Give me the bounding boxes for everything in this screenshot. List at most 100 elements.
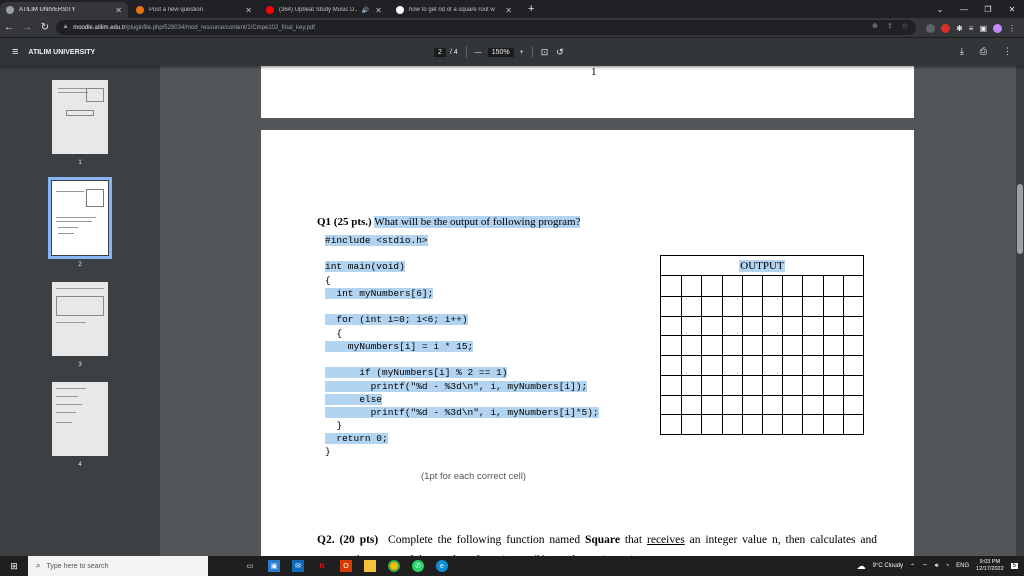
rotate-icon[interactable]: ↺ [556, 47, 564, 58]
browser-tab[interactable]: (364) Upbeat Study Music D... 🔊 ✕ [260, 2, 388, 18]
code-line: printf("%d - %3d\n", i, myNumbers[i]*5); [325, 407, 599, 418]
close-tab-icon[interactable]: ✕ [245, 6, 252, 15]
minimize-button[interactable]: — [952, 5, 976, 14]
close-tab-icon[interactable]: ✕ [115, 6, 122, 15]
pdf-viewer[interactable]: 1 Q1 (25 pts.) What will be the output o… [160, 66, 1016, 556]
clock[interactable]: 9:03 PM 12/17/2022 [976, 559, 1004, 573]
download-icon[interactable]: ⤓ [960, 46, 964, 57]
code-line: myNumbers[i] = i * 15; [325, 341, 474, 352]
zoom-input[interactable]: 150% [487, 47, 514, 57]
chegg-icon [136, 6, 144, 14]
code-line: { [325, 275, 331, 286]
browser-tab[interactable]: how to get rid of a square root w ✕ [390, 2, 518, 18]
grid-row-line [661, 295, 863, 297]
grid-row-line [661, 394, 863, 396]
side-panel-icon[interactable]: ▣ [979, 24, 987, 33]
output-header: OUTPUT [661, 256, 863, 276]
thumbnail-label: 4 [78, 462, 82, 468]
close-window-button[interactable]: ✕ [1000, 5, 1024, 14]
code-line: printf("%d - %3d\n", i, myNumbers[i]); [325, 381, 588, 392]
store-icon[interactable]: ▣ [268, 560, 280, 572]
extension-red-icon[interactable] [941, 23, 951, 33]
menu-dots-icon[interactable]: ⋮ [1008, 24, 1016, 33]
code-line: if (myNumbers[i] % 2 == 1) [325, 367, 508, 378]
scrollbar[interactable] [1016, 66, 1024, 556]
share-icon[interactable]: ⇪ [887, 22, 893, 30]
task-view-icon[interactable]: ▭ [244, 560, 256, 572]
pdf-page-1: 1 [261, 66, 914, 118]
divider [465, 46, 467, 58]
more-options-icon[interactable]: ⋮ [1003, 46, 1012, 57]
whatsapp-icon[interactable]: ✆ [412, 560, 424, 572]
browser-tab[interactable]: Post a new question ✕ [130, 2, 258, 18]
close-tab-icon[interactable]: ✕ [505, 6, 512, 15]
fit-page-icon[interactable]: ⊡ [541, 47, 549, 58]
forward-button[interactable]: → [18, 22, 36, 33]
tab-audio-icon[interactable]: 🔊 [362, 7, 369, 14]
weather-icon[interactable]: ☁ [857, 561, 866, 572]
thumbnail-label: 3 [78, 362, 82, 368]
weather-text[interactable]: 9°C Cloudy [873, 563, 903, 569]
menu-icon[interactable]: ≡ [12, 46, 18, 58]
language-indicator[interactable]: ENG [956, 563, 969, 569]
thumbnail-page-1[interactable] [52, 80, 108, 154]
zoom-out-button[interactable]: — [475, 49, 482, 56]
code-line: } [325, 420, 343, 431]
office-icon[interactable]: O [340, 560, 352, 572]
print-icon[interactable]: ⎙ [980, 46, 987, 57]
lock-icon[interactable]: 🔒︎ [64, 24, 67, 31]
reload-button[interactable]: ↻ [36, 22, 54, 33]
avatar[interactable] [993, 23, 1002, 33]
close-tab-icon[interactable]: ✕ [375, 6, 382, 15]
pdf-toolbar: ≡ ATILIM UNIVERSITY 2 / 4 — 150% + ⊡ ↺ ⤓… [0, 38, 1024, 66]
netflix-icon[interactable]: N [316, 560, 328, 572]
thumbnail-label: 2 [78, 262, 82, 268]
question-2: Q2. (20 pts) Complete the following func… [317, 534, 878, 556]
chrome-icon[interactable] [388, 560, 400, 572]
scrollbar-thumb[interactable] [1017, 184, 1023, 254]
bookmark-star-icon[interactable]: ☆ [902, 22, 908, 30]
page-number: 1 [591, 66, 597, 78]
extension-icon[interactable] [926, 23, 936, 33]
search-icon: ⌕ [36, 561, 41, 570]
google-icon [396, 6, 404, 14]
puzzle-icon[interactable]: ✱ [956, 24, 963, 33]
notification-badge[interactable]: 5 [1010, 563, 1018, 569]
new-tab-button[interactable]: + [520, 2, 542, 18]
thumbnail-page-2[interactable] [48, 177, 112, 259]
thumbnail-sidebar: 1 2 3 4 [0, 66, 160, 556]
thumbnail-page-3[interactable] [52, 282, 108, 356]
browser-tab[interactable]: ATILIM UNIVERSITY ✕ [0, 2, 128, 18]
url-input[interactable]: 🔒︎ moodle.atilim.edu.tr/pluginfile.php/5… [56, 20, 916, 35]
code-line: return 0; [325, 433, 388, 444]
pdf-page-2: Q1 (25 pts.) What will be the output of … [261, 130, 914, 556]
extensions-area: ✱ ≡ ▣ ⋮ [926, 18, 1024, 38]
chevron-down-icon[interactable]: ⌄ [928, 5, 952, 14]
divider [531, 46, 533, 58]
edge-icon[interactable]: e [436, 560, 448, 572]
tab-title: how to get rid of a square root w [409, 7, 495, 13]
tab-title: (364) Upbeat Study Music D... [279, 7, 358, 13]
mail-icon[interactable]: ✉ [292, 560, 304, 572]
restore-button[interactable]: ❐ [976, 5, 1000, 14]
thumbnail-page-4[interactable] [52, 382, 108, 456]
document-title: ATILIM UNIVERSITY [28, 48, 96, 56]
code-line: { [325, 328, 343, 339]
grid-row-line [661, 335, 863, 337]
zoom-in-button[interactable]: + [520, 49, 524, 56]
reading-list-icon[interactable]: ≡ [969, 24, 974, 33]
taskbar-apps: ▭ ▣ ✉ N O ✆ e [244, 560, 448, 572]
back-button[interactable]: ← [0, 22, 18, 33]
file-explorer-icon[interactable] [364, 560, 376, 572]
taskbar-search-input[interactable]: ⌕ Type here to search [28, 556, 208, 576]
url-host: moodle.atilim.edu.tr [73, 24, 126, 31]
windows-start-icon[interactable]: ⊞ [0, 561, 28, 572]
code-line: else [325, 394, 383, 405]
grid-row-line [661, 414, 863, 416]
volume-icon[interactable]: 🔊︎ [935, 563, 939, 570]
zoom-icon[interactable]: ⊕ [872, 22, 878, 30]
page-number-input[interactable]: 2 [434, 47, 446, 57]
wifi-icon[interactable]: ◔ [945, 563, 949, 569]
tray-chevron-icon[interactable]: ⌃ [910, 563, 915, 570]
network-icon[interactable]: ⌔ [922, 562, 928, 570]
